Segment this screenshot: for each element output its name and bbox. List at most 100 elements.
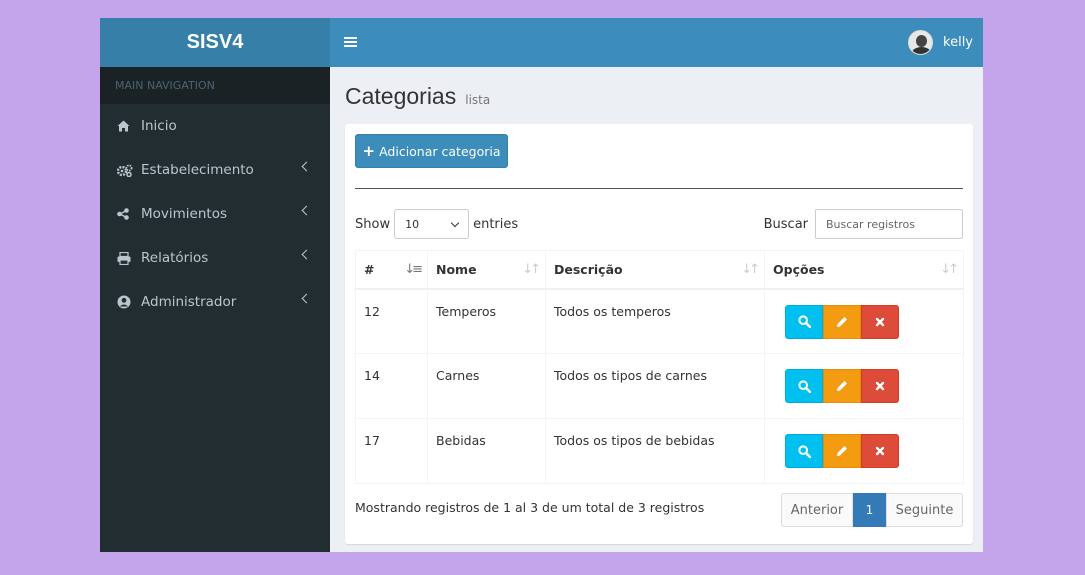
cell-id: 14 xyxy=(355,353,428,419)
close-icon xyxy=(875,317,885,326)
add-category-label: Adicionar categoria xyxy=(379,143,501,159)
cell-id: 12 xyxy=(355,288,428,354)
pagination: Anterior 1 Seguinte xyxy=(781,493,963,527)
chevron-down-icon xyxy=(450,218,460,227)
cell-descricao: Todos os tipos de bebidas xyxy=(545,418,765,484)
sidebar-item-label: Estabelecimento xyxy=(141,162,254,178)
page-title: Categorias xyxy=(345,83,457,109)
categories-box: + Adicionar categoria Show 10 entries Bu… xyxy=(345,124,973,544)
user-menu[interactable]: kelly xyxy=(908,30,973,55)
search-input[interactable] xyxy=(815,209,963,239)
sidebar-header: MAIN NAVIGATION xyxy=(100,67,330,104)
view-button[interactable] xyxy=(785,369,823,403)
sort-icon: ↓↑ xyxy=(741,262,760,277)
edit-button[interactable] xyxy=(823,434,861,468)
cell-nome: Bebidas xyxy=(427,418,546,484)
view-button[interactable] xyxy=(785,304,823,339)
user-name: kelly xyxy=(943,35,973,50)
chevron-left-icon xyxy=(301,205,312,216)
cell-opcoes xyxy=(764,353,964,419)
cell-nome: Temperos xyxy=(427,288,546,354)
print-icon xyxy=(117,251,141,265)
sidebar-item-administrador[interactable]: Administrador xyxy=(100,280,330,324)
cell-opcoes xyxy=(764,418,964,484)
chevron-left-icon xyxy=(301,161,312,172)
page-button-current[interactable]: 1 xyxy=(853,493,886,527)
pencil-icon xyxy=(837,381,847,391)
column-header-label: Opções xyxy=(773,261,825,277)
column-header-descricao[interactable]: Descrição ↓↑ xyxy=(545,250,765,290)
show-label: Show xyxy=(355,216,391,232)
column-header-label: # xyxy=(364,261,375,277)
row-actions xyxy=(785,304,955,339)
row-actions xyxy=(785,434,955,468)
sidebar-toggle-icon[interactable] xyxy=(344,34,357,50)
search-label: Buscar xyxy=(763,216,808,232)
column-header-label: Nome xyxy=(436,261,477,277)
add-category-button[interactable]: + Adicionar categoria xyxy=(355,134,508,168)
divider xyxy=(355,188,963,189)
chevron-left-icon xyxy=(301,249,312,260)
avatar xyxy=(908,30,934,55)
search-control: Buscar xyxy=(764,209,963,239)
table-row: 17 Bebidas Todos os tipos de bebidas xyxy=(355,418,964,484)
entries-length-control: Show 10 entries xyxy=(355,209,518,239)
search-icon xyxy=(797,444,811,458)
sort-icon: ↓↑ xyxy=(940,262,959,277)
close-icon xyxy=(875,446,885,456)
table-row: 12 Temperos Todos os temperos xyxy=(355,288,964,354)
cell-descricao: Todos os tipos de carnes xyxy=(545,353,765,419)
column-header-opcoes[interactable]: Opções ↓↑ xyxy=(764,250,964,290)
user-circle-icon xyxy=(117,295,141,309)
delete-button[interactable] xyxy=(861,369,899,403)
cell-id: 17 xyxy=(355,418,428,484)
search-icon xyxy=(797,379,811,393)
column-header-nome[interactable]: Nome ↓↑ xyxy=(427,250,546,290)
cell-opcoes xyxy=(764,288,964,354)
edit-button[interactable] xyxy=(823,304,861,339)
column-header-label: Descrição xyxy=(554,261,623,277)
row-actions xyxy=(785,369,955,403)
pencil-icon xyxy=(837,316,847,327)
sidebar-item-inicio[interactable]: Inicio xyxy=(100,104,330,148)
sidebar-item-label: Relatórios xyxy=(141,250,209,266)
view-button[interactable] xyxy=(785,434,823,468)
chevron-left-icon xyxy=(301,293,312,304)
sidebar-item-relatorios[interactable]: Relatórios xyxy=(100,236,330,280)
search-icon xyxy=(797,315,811,328)
pencil-icon xyxy=(837,446,847,456)
sidebar-item-movimientos[interactable]: Movimientos xyxy=(100,192,330,236)
sidebar-item-estabelecimento[interactable]: Estabelecimento xyxy=(100,148,330,192)
sidebar: MAIN NAVIGATION Inicio Estabelecimento M… xyxy=(100,67,330,552)
app-window: SISV4 kelly MAIN NAVIGATION Inicio Estab… xyxy=(100,18,983,552)
categories-table: # ↓≡ Nome ↓↑ Descrição ↓↑ Opções ↓↑ 12 Tempe… xyxy=(355,250,964,484)
table-row: 14 Carnes Todos os tipos de carnes xyxy=(355,353,964,419)
cogs-icon xyxy=(117,164,141,177)
top-navbar: kelly xyxy=(330,18,983,67)
entries-select[interactable]: 10 xyxy=(394,209,470,239)
home-icon xyxy=(117,120,141,132)
sort-icon: ↓↑ xyxy=(522,262,541,277)
delete-button[interactable] xyxy=(861,434,899,468)
close-icon xyxy=(875,381,885,391)
column-header-id[interactable]: # ↓≡ xyxy=(355,250,428,290)
page-header: Categorias lista xyxy=(345,83,490,110)
entries-label: entries xyxy=(473,216,519,232)
page-subtitle: lista xyxy=(465,93,491,107)
delete-button[interactable] xyxy=(861,304,899,339)
table-info: Mostrando registros de 1 al 3 de um tota… xyxy=(355,500,705,515)
sort-asc-icon: ↓≡ xyxy=(404,262,423,277)
main-content: Categorias lista + Adicionar categoria S… xyxy=(330,67,983,552)
cell-nome: Carnes xyxy=(427,353,546,419)
prev-page-button[interactable]: Anterior xyxy=(781,493,853,527)
table-header-row: # ↓≡ Nome ↓↑ Descrição ↓↑ Opções ↓↑ xyxy=(355,250,964,290)
sidebar-item-label: Movimientos xyxy=(141,206,227,222)
app-logo[interactable]: SISV4 xyxy=(100,18,330,67)
next-page-button[interactable]: Seguinte xyxy=(886,493,963,527)
sidebar-item-label: Inicio xyxy=(141,118,177,134)
plus-icon: + xyxy=(362,142,376,160)
cell-descricao: Todos os temperos xyxy=(545,288,765,354)
edit-button[interactable] xyxy=(823,369,861,403)
entries-select-value: 10 xyxy=(405,217,420,231)
sidebar-item-label: Administrador xyxy=(141,294,237,310)
